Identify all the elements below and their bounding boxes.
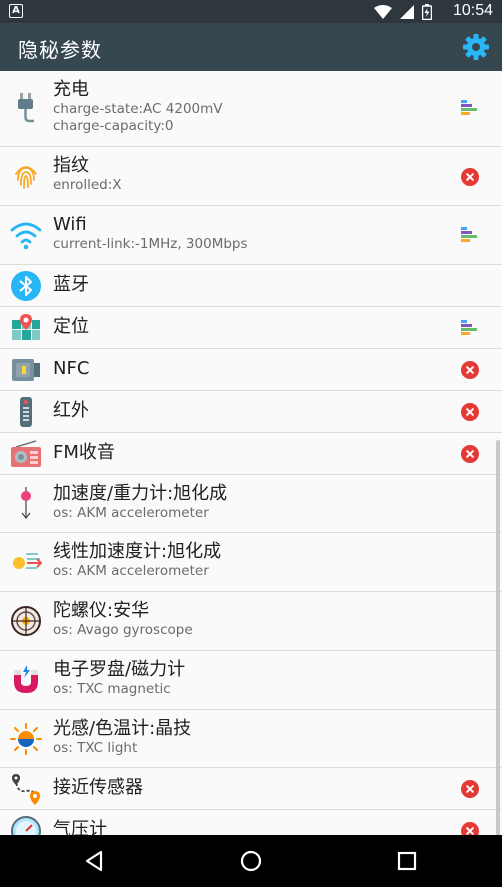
- details-bars-icon[interactable]: [461, 99, 479, 117]
- list-item-infrared[interactable]: 红外: [0, 391, 502, 433]
- item-name: FM收音: [53, 442, 115, 463]
- barometer-icon: [11, 816, 41, 835]
- recents-icon[interactable]: [391, 845, 423, 877]
- details-bars-icon[interactable]: [461, 319, 479, 337]
- status-icons: [374, 3, 432, 20]
- fingerprint-icon: [15, 166, 37, 189]
- close-icon[interactable]: [461, 445, 479, 463]
- item-name: 线性加速度计:旭化成: [53, 541, 222, 562]
- item-name: 红外: [53, 400, 89, 421]
- item-detail: charge-state:AC 4200mV: [53, 101, 223, 117]
- status-time: 10:54: [452, 2, 493, 19]
- close-icon[interactable]: [461, 403, 479, 421]
- item-name: 加速度/重力计:旭化成: [53, 483, 228, 504]
- item-detail: current-link:-1MHz, 300Mbps: [53, 236, 248, 252]
- wifi-status-icon: [374, 4, 392, 19]
- magnet-icon: [14, 665, 38, 693]
- nfc-icon: [12, 359, 40, 381]
- list-item-light-sensor[interactable]: 光感/色温计:晶技 os: TXC light: [0, 710, 502, 768]
- close-icon[interactable]: [461, 361, 479, 379]
- close-icon[interactable]: [461, 168, 479, 186]
- close-icon[interactable]: [461, 822, 479, 835]
- back-icon[interactable]: [79, 845, 111, 877]
- item-name: 陀螺仪:安华: [53, 600, 150, 621]
- item-detail: enrolled:X: [53, 177, 122, 193]
- item-detail: os: TXC magnetic: [53, 681, 171, 697]
- proximity-route-icon: [12, 774, 40, 805]
- light-sensor-icon: [10, 723, 42, 755]
- notification-icon: A: [9, 4, 23, 18]
- status-bar: A 10:54: [0, 0, 502, 23]
- item-name: NFC: [53, 358, 90, 379]
- remote-control-icon: [20, 397, 32, 427]
- page-title: 隐秘参数: [18, 38, 102, 62]
- wifi-icon: [10, 222, 42, 250]
- app-bar: 隐秘参数: [0, 23, 502, 71]
- list-item-wifi[interactable]: Wifi current-link:-1MHz, 300Mbps: [0, 206, 502, 265]
- item-name: 光感/色温计:晶技: [53, 718, 192, 739]
- list-item-bluetooth[interactable]: 蓝牙: [0, 265, 502, 307]
- gyroscope-icon: [11, 606, 41, 636]
- list-item-gyroscope[interactable]: 陀螺仪:安华 os: Avago gyroscope: [0, 592, 502, 651]
- navigation-bar: [0, 835, 502, 887]
- scrollbar[interactable]: [496, 440, 500, 835]
- radio-icon: [11, 440, 41, 467]
- list-item-nfc[interactable]: NFC: [0, 349, 502, 391]
- item-name: 气压计: [53, 819, 107, 835]
- list-item-magnetometer[interactable]: 电子罗盘/磁力计 os: TXC magnetic: [0, 651, 502, 710]
- item-detail: charge-capacity:0: [53, 118, 174, 134]
- item-detail: os: AKM accelerometer: [53, 563, 209, 579]
- item-name: 定位: [53, 316, 89, 337]
- item-detail: os: AKM accelerometer: [53, 505, 209, 521]
- parameter-list: 充电 charge-state:AC 4200mV charge-capacit…: [0, 71, 502, 835]
- item-detail: os: TXC light: [53, 740, 138, 756]
- list-item-barometer[interactable]: 气压计: [0, 810, 502, 835]
- list-item-accelerometer[interactable]: 加速度/重力计:旭化成 os: AKM accelerometer: [0, 475, 502, 533]
- accelerometer-icon: [21, 487, 31, 519]
- item-name: 电子罗盘/磁力计: [53, 659, 186, 680]
- gear-icon[interactable]: [462, 33, 490, 61]
- map-location-icon: [12, 314, 40, 340]
- item-detail: os: Avago gyroscope: [53, 622, 193, 638]
- list-item-location[interactable]: 定位: [0, 307, 502, 349]
- item-name: Wifi: [53, 214, 87, 235]
- item-name: 接近传感器: [53, 777, 143, 798]
- signal-icon: [400, 4, 414, 19]
- close-icon[interactable]: [461, 780, 479, 798]
- list-item-proximity[interactable]: 接近传感器: [0, 768, 502, 810]
- item-name: 蓝牙: [53, 274, 89, 295]
- home-icon[interactable]: [235, 845, 267, 877]
- list-item-linear-acceleration[interactable]: 线性加速度计:旭化成 os: AKM accelerometer: [0, 533, 502, 592]
- list-item-fm-radio[interactable]: FM收音: [0, 433, 502, 475]
- linear-acceleration-icon: [13, 553, 42, 569]
- item-name: 充电: [53, 79, 89, 100]
- item-name: 指纹: [53, 155, 89, 176]
- details-bars-icon[interactable]: [461, 226, 479, 244]
- battery-icon: [422, 3, 432, 20]
- charger-plug-icon: [18, 93, 34, 123]
- list-item-fingerprint[interactable]: 指纹 enrolled:X: [0, 147, 502, 206]
- list-item-charge[interactable]: 充电 charge-state:AC 4200mV charge-capacit…: [0, 71, 502, 147]
- bluetooth-icon: [11, 271, 41, 301]
